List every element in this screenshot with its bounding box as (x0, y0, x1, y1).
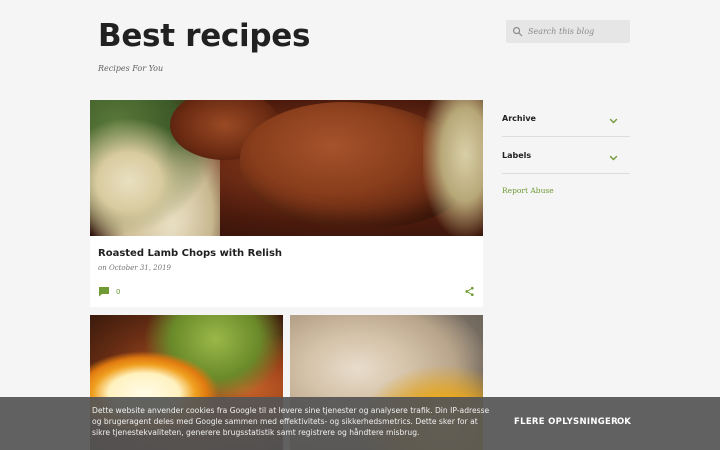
blog-page: Best recipes Recipes For You Archive Lab… (0, 0, 720, 450)
search-icon[interactable] (506, 20, 528, 43)
comment-icon (98, 282, 110, 301)
labels-widget[interactable]: Labels (502, 137, 630, 174)
archive-widget[interactable]: Archive (502, 100, 630, 137)
share-icon[interactable] (464, 282, 475, 301)
sidebar: Archive Labels Report Abuse (502, 100, 630, 195)
post-title[interactable]: Roasted Lamb Chops with Relish (98, 248, 282, 259)
report-abuse-link[interactable]: Report Abuse (502, 186, 630, 195)
blog-description: Recipes For You (98, 64, 164, 73)
chevron-down-icon[interactable] (609, 109, 618, 128)
search-input[interactable] (528, 27, 624, 36)
more-info-button[interactable]: FLERE OPLYSNINGER (514, 417, 618, 427)
comment-count: 0 (116, 287, 121, 296)
post-date: on October 31, 2019 (98, 264, 172, 272)
search-box[interactable] (506, 20, 630, 43)
ok-button[interactable]: OK (617, 417, 631, 427)
archive-widget-title: Archive (502, 113, 536, 123)
cookie-notice: Dette website anvender cookies fra Googl… (0, 397, 720, 450)
cookie-notice-text: Dette website anvender cookies fra Googl… (92, 406, 490, 437)
post-card: Roasted Lamb Chops with Relish on Octobe… (90, 100, 483, 307)
blog-title[interactable]: Best recipes (98, 18, 310, 54)
chevron-down-icon[interactable] (609, 146, 618, 165)
comment-link[interactable]: 0 (98, 282, 120, 301)
labels-widget-title: Labels (502, 150, 532, 160)
post-image[interactable] (90, 100, 483, 236)
